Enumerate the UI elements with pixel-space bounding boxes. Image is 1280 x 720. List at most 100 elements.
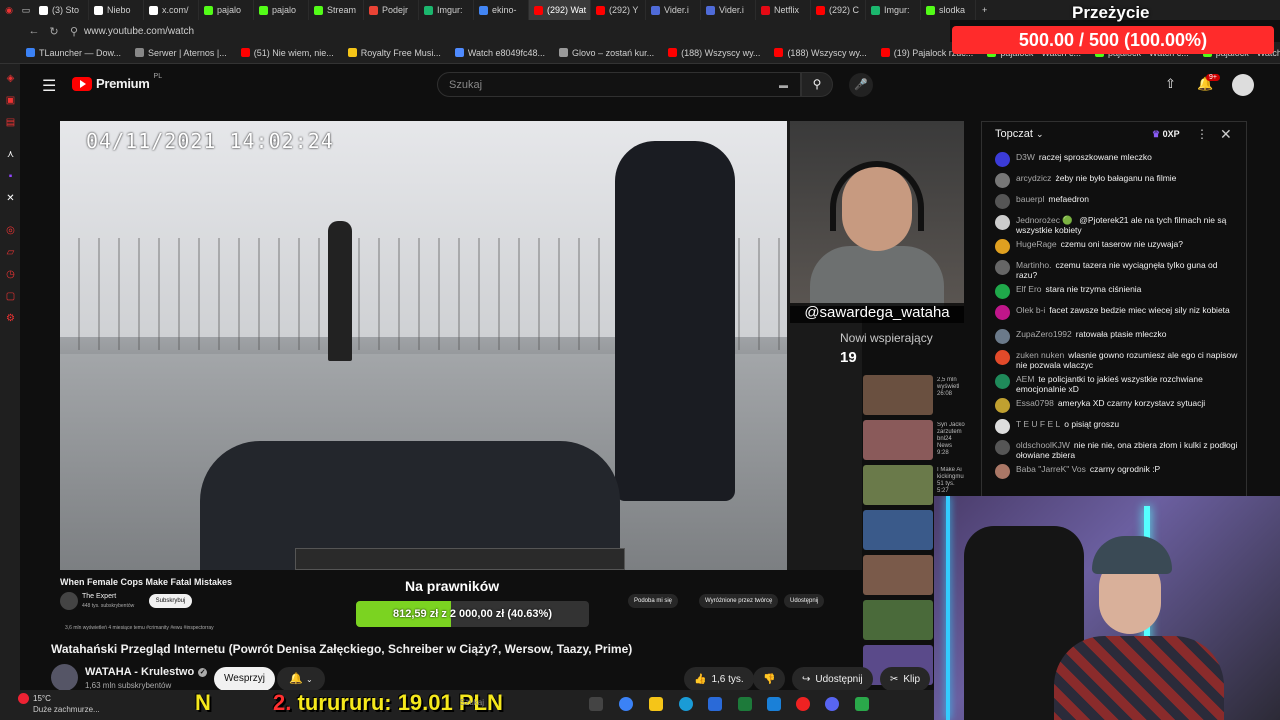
app-icon[interactable] bbox=[855, 697, 869, 711]
close-icon[interactable]: ✕ bbox=[1220, 126, 1232, 143]
weather-icon[interactable] bbox=[18, 693, 29, 704]
chat-avatar[interactable] bbox=[995, 419, 1010, 434]
recommended-thumbnail[interactable] bbox=[863, 555, 933, 595]
chat-avatar[interactable] bbox=[995, 239, 1010, 254]
chat-avatar[interactable] bbox=[995, 398, 1010, 413]
rail-icon-5[interactable]: ◎ bbox=[5, 225, 16, 236]
chrome-icon[interactable] bbox=[619, 697, 633, 711]
like-button[interactable]: 👍 1,6 tys. bbox=[684, 667, 754, 691]
rail-icon-8[interactable]: ▢ bbox=[5, 291, 16, 302]
share-button[interactable]: ↪ Udostępnij bbox=[792, 667, 873, 691]
hamburger-menu-icon[interactable]: ☰ bbox=[42, 76, 56, 96]
chat-avatar[interactable] bbox=[995, 215, 1010, 230]
browser-tab[interactable]: x.com/ bbox=[144, 0, 199, 20]
recommended-title[interactable]: Syn Jacko zarzutem bnl24 News 9:28 bbox=[937, 422, 965, 457]
chat-author[interactable]: oldschoolKJW bbox=[1016, 440, 1070, 450]
browser-tab[interactable]: (3) Sto bbox=[34, 0, 89, 20]
chat-avatar[interactable] bbox=[995, 464, 1010, 479]
browser-tab[interactable]: pajalo bbox=[254, 0, 309, 20]
chat-author[interactable]: Baba "JarreK" Vos bbox=[1016, 464, 1086, 474]
support-button[interactable]: Wesprzyj bbox=[214, 667, 275, 691]
browser-tab[interactable]: (292) Wat bbox=[529, 0, 591, 20]
youtube-logo[interactable]: Premium PL bbox=[72, 73, 162, 91]
rail-icon-7[interactable]: ◷ bbox=[5, 269, 16, 280]
browser-tab[interactable]: Netflix bbox=[756, 0, 811, 20]
browser-tab[interactable]: Imgur: bbox=[866, 0, 921, 20]
recommended-thumbnail[interactable] bbox=[863, 420, 933, 460]
bookmark-item[interactable]: TLauncher — Dow... bbox=[26, 48, 121, 58]
chat-xp-badge[interactable]: ♛ 0XP bbox=[1152, 129, 1180, 140]
weather-temperature[interactable]: 15°C bbox=[33, 694, 51, 703]
browser-tab[interactable]: Vider.i bbox=[646, 0, 701, 20]
chat-avatar[interactable] bbox=[995, 374, 1010, 389]
discord-icon[interactable] bbox=[825, 697, 839, 711]
chat-author[interactable]: D3W bbox=[1016, 152, 1035, 162]
chat-avatar[interactable] bbox=[995, 284, 1010, 299]
browser-tab[interactable]: (292) Y bbox=[591, 0, 646, 20]
file-explorer-icon[interactable] bbox=[649, 697, 663, 711]
browser-tab[interactable]: Podejr bbox=[364, 0, 419, 20]
chat-avatar[interactable] bbox=[995, 305, 1010, 320]
recommended-title[interactable]: I Make Ai kickingmu 51 tys. 5:27 bbox=[937, 467, 965, 495]
rail-icon-2[interactable]: ▣ bbox=[5, 95, 16, 106]
bookmark-item[interactable]: (188) Wszyscy wy... bbox=[668, 48, 760, 58]
browser-tab[interactable]: pajalo bbox=[199, 0, 254, 20]
browser-tab[interactable]: (292) C bbox=[811, 0, 866, 20]
microphone-icon[interactable]: 🎤 bbox=[849, 73, 873, 97]
channel-avatar[interactable] bbox=[51, 664, 78, 691]
rail-icon-settings[interactable]: ⚙ bbox=[5, 313, 16, 324]
rail-icon-twitch[interactable]: ▪ bbox=[5, 171, 16, 182]
workspace-icon[interactable]: ▭ bbox=[18, 5, 34, 16]
more-options-icon[interactable]: ⋮ bbox=[1196, 127, 1208, 141]
bookmark-item[interactable]: Serwer | Aternos |... bbox=[135, 48, 227, 58]
video-player[interactable]: 04/11/2021 14:02:24 bbox=[60, 121, 787, 570]
weather-description[interactable]: Duże zachmurze... bbox=[33, 705, 100, 714]
keyboard-icon[interactable]: ▬ bbox=[779, 80, 788, 90]
chat-avatar[interactable] bbox=[995, 152, 1010, 167]
reload-icon[interactable]: ↻ bbox=[44, 25, 64, 38]
rail-icon-3[interactable]: ▤ bbox=[5, 117, 16, 128]
chat-avatar[interactable] bbox=[995, 329, 1010, 344]
back-icon[interactable]: ← bbox=[24, 25, 44, 37]
bookmark-item[interactable]: (188) Wszyscy wy... bbox=[774, 48, 867, 58]
chat-avatar[interactable] bbox=[995, 350, 1010, 365]
rail-icon-4[interactable]: ⋏ bbox=[5, 149, 16, 160]
bookmark-item[interactable]: (51) Nie wiem, nie... bbox=[240, 48, 334, 58]
chat-author[interactable]: AEM bbox=[1016, 374, 1034, 384]
rail-icon-6[interactable]: ▱ bbox=[5, 247, 16, 258]
chat-author[interactable]: zuken nuken bbox=[1016, 350, 1064, 360]
chat-author[interactable]: arcydzicz bbox=[1016, 173, 1051, 183]
recommended-thumbnail[interactable] bbox=[863, 375, 933, 415]
recommended-thumbnail[interactable] bbox=[863, 600, 933, 640]
chat-author[interactable]: bauerpl bbox=[1016, 194, 1044, 204]
browser-tab[interactable]: Imgur: bbox=[419, 0, 474, 20]
chat-author[interactable]: Jednorożec 🟢 bbox=[1016, 215, 1075, 225]
task-view-icon[interactable] bbox=[589, 697, 603, 711]
clip-button[interactable]: ✂ Klip bbox=[880, 667, 931, 691]
bookmark-item[interactable]: Glovo – zostań kur... bbox=[559, 48, 654, 58]
store-icon[interactable] bbox=[708, 697, 722, 711]
edge-icon[interactable] bbox=[679, 697, 693, 711]
browser-menu-icon[interactable]: ◉ bbox=[0, 5, 18, 16]
excel-icon[interactable] bbox=[738, 697, 752, 711]
chat-author[interactable]: Martinho. bbox=[1016, 260, 1051, 270]
site-info-icon[interactable]: ⚲ bbox=[64, 25, 84, 38]
search-input[interactable]: Szukaj ▬ bbox=[437, 72, 801, 97]
bookmark-item[interactable]: Watch e8049fc48... bbox=[454, 48, 545, 58]
chat-avatar[interactable] bbox=[995, 260, 1010, 275]
url-field[interactable]: www.youtube.com/watch bbox=[84, 26, 194, 37]
upload-icon[interactable]: ⇧ bbox=[1165, 76, 1176, 92]
opera-icon[interactable] bbox=[796, 697, 810, 711]
account-avatar[interactable] bbox=[1232, 74, 1254, 96]
chat-author[interactable]: T E U F E L bbox=[1016, 419, 1060, 429]
chat-avatar[interactable] bbox=[995, 173, 1010, 188]
rail-icon-1[interactable]: ◈ bbox=[5, 73, 16, 84]
vscode-icon[interactable] bbox=[767, 697, 781, 711]
browser-tab[interactable]: slodka bbox=[921, 0, 976, 20]
taskbar-search[interactable]: Szukaj bbox=[460, 698, 484, 707]
chat-author[interactable]: HugeRage bbox=[1016, 239, 1057, 249]
browser-tab[interactable]: ekino- bbox=[474, 0, 529, 20]
new-tab-icon[interactable]: + bbox=[982, 5, 987, 15]
browser-tab[interactable]: Niebo bbox=[89, 0, 144, 20]
bookmark-item[interactable]: Royalty Free Musi... bbox=[347, 48, 441, 58]
